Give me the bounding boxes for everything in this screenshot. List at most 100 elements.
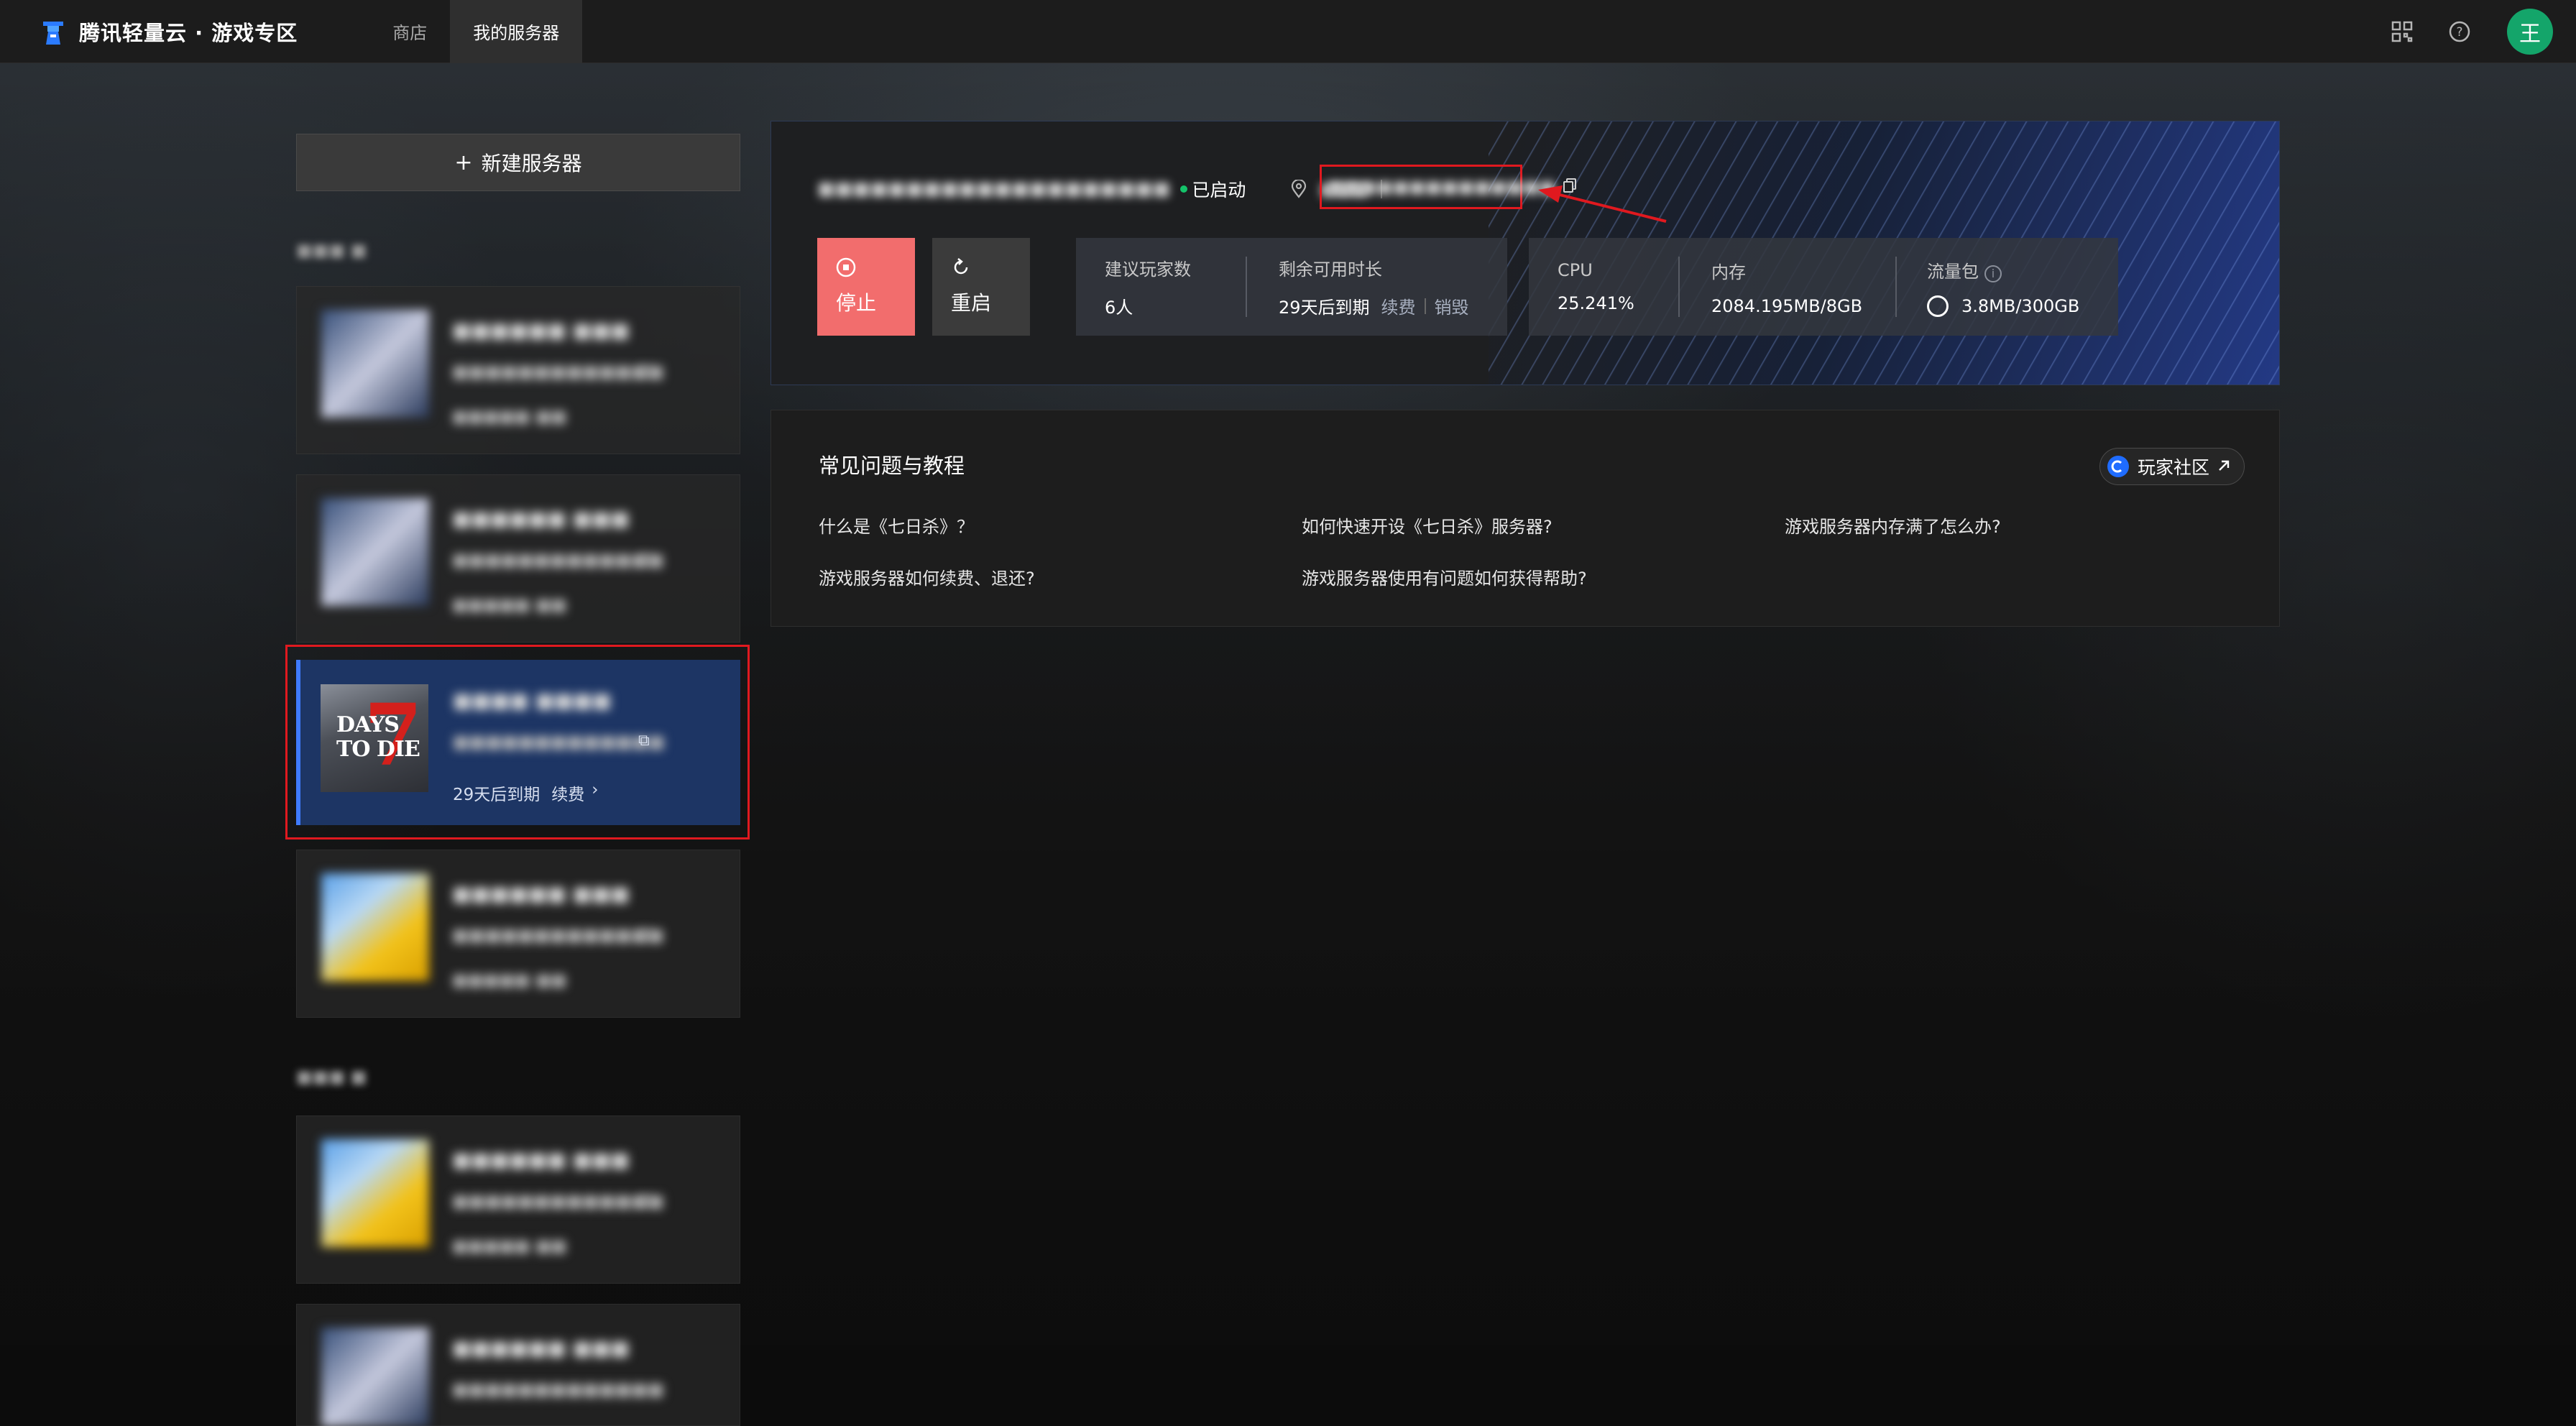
faq-title: 常见问题与教程 (819, 454, 965, 478)
traffic-row: 3.8MB/300GB (1927, 295, 2118, 317)
server-thumbnail (321, 1139, 429, 1247)
stop-label: 停止 (836, 291, 877, 315)
server-name-redacted: ■■■■■■ ■■■ (452, 882, 630, 906)
remaining-row: 29天后到期 续费 销毁 (1279, 293, 1507, 318)
server-ip-redacted: ■■■■■■■■■■■■■ (452, 362, 664, 382)
server-ip-redacted: ■■■■■■■■■■■■■ (452, 1191, 664, 1211)
help-icon[interactable]: ? (2445, 17, 2474, 46)
traffic-label: 流量包 (1927, 261, 1979, 282)
stop-icon (836, 257, 856, 277)
stat-remaining: 剩余可用时长 29天后到期 续费 销毁 (1246, 238, 1507, 336)
stat-cpu: CPU 25.241% (1529, 238, 1678, 336)
annotation-arrow (1538, 185, 1667, 223)
server-card[interactable]: ■■■■■■ ■■■ ■■■■■■■■■■■■■ (296, 1304, 740, 1426)
server-thumbnail (321, 498, 429, 606)
svg-text:?: ? (2456, 25, 2462, 40)
server-name-redacted: ■■■■■■ ■■■ (452, 318, 630, 342)
stats-resources: CPU 25.241% 内存 2084.195MB/8GB 流量包 i 3.8MB… (1529, 238, 2118, 336)
server-card[interactable]: ■■■■■■ ■■■ ■■■■■■■■■■■■■ ⧉ ■■■■■ ■■ (296, 474, 740, 643)
top-bar: 腾讯轻量云 · 游戏专区 商店 我的服务器 ? 王 (0, 0, 2576, 63)
server-card[interactable]: ■■■■■■ ■■■ ■■■■■■■■■■■■■ ⧉ ■■■■■ ■■ (296, 1116, 740, 1284)
stat-traffic: 流量包 i 3.8MB/300GB (1895, 238, 2118, 336)
stats-basic: 建议玩家数 6人 剩余可用时长 29天后到期 续费 销毁 (1076, 238, 1507, 336)
faq-link[interactable]: 如何快速开设《七日杀》服务器? (1302, 512, 1552, 538)
brand-title: 腾讯轻量云 · 游戏专区 (79, 20, 298, 45)
external-link-icon (2217, 456, 2231, 477)
server-meta-redacted: ■■■■■ ■■ (452, 1237, 567, 1256)
community-button[interactable]: 玩家社区 (2099, 448, 2245, 485)
new-server-label: 新建服务器 (481, 152, 582, 175)
server-name-redacted: ■■■■■■ ■■■ (452, 507, 630, 530)
traffic-value: 3.8MB/300GB (1961, 295, 2080, 316)
server-meta-redacted: ■■■■■ ■■ (452, 408, 567, 426)
plus-icon: + (454, 150, 473, 175)
lighthouse-logo-icon (43, 21, 63, 45)
stat-memory: 内存 2084.195MB/8GB (1678, 238, 1895, 336)
avatar[interactable]: 王 (2507, 8, 2553, 55)
faq-link[interactable]: 游戏服务器如何续费、退还? (819, 564, 1035, 589)
copy-icon[interactable]: ⧉ (640, 362, 652, 380)
community-label: 玩家社区 (2137, 457, 2209, 478)
top-actions: ? 王 (2359, 8, 2553, 55)
status-dot (1180, 185, 1188, 193)
copy-icon[interactable]: ⧉ (640, 550, 652, 568)
main-nav: 商店 我的服务器 (369, 0, 583, 63)
memory-value: 2084.195MB/8GB (1711, 295, 1863, 316)
server-detail-panel: ■■■■■■■■■■■■■■■■■■■■ 已启动 ■■■ 停止 重启 建议玩家数… (770, 121, 2280, 385)
server-group-label-redacted: ■■■ ■ (296, 1067, 367, 1087)
faq-link[interactable]: 游戏服务器使用有问题如何获得帮助? (1302, 564, 1587, 589)
stat-players: 建议玩家数 6人 (1076, 238, 1246, 336)
remaining-label: 剩余可用时长 (1279, 259, 1382, 280)
server-card[interactable]: ■■■■■■ ■■■ ■■■■■■■■■■■■■ ⧉ ■■■■■ ■■ (296, 850, 740, 1018)
refresh-icon (954, 258, 968, 275)
restart-label: 重启 (951, 291, 992, 315)
community-logo-icon (2107, 456, 2129, 477)
divider (1895, 257, 1897, 317)
server-thumbnail (321, 1328, 429, 1426)
server-title-redacted: ■■■■■■■■■■■■■■■■■■■■ (817, 178, 1171, 200)
server-ip-highlight[interactable]: ■■■■■■■■■■■■■■ (1320, 165, 1577, 209)
server-card[interactable]: ■■■■■■ ■■■ ■■■■■■■■■■■■■ ⧉ ■■■■■ ■■ (296, 286, 740, 454)
divider (1678, 257, 1680, 317)
cpu-label: CPU (1558, 260, 1593, 280)
qr-code-icon[interactable] (2388, 17, 2416, 46)
brand[interactable]: 腾讯轻量云 · 游戏专区 (37, 0, 298, 63)
nav-item-my-servers[interactable]: 我的服务器 (450, 0, 583, 63)
faq-link[interactable]: 游戏服务器内存满了怎么办? (1785, 512, 2001, 538)
restart-button[interactable]: 重启 (932, 238, 1030, 336)
location-pin-icon (1290, 179, 1310, 199)
server-ip-redacted: ■■■■■■■■■■■■■ (452, 925, 664, 945)
server-name-redacted: ■■■■■■ ■■■ (452, 1148, 630, 1172)
info-icon[interactable]: i (1984, 264, 2002, 282)
memory-label: 内存 (1711, 262, 1746, 282)
stop-button[interactable]: 停止 (817, 238, 915, 336)
divider (1246, 257, 1247, 317)
faq-link[interactable]: 什么是《七日杀》？ (819, 512, 974, 538)
players-label: 建议玩家数 (1105, 259, 1191, 280)
new-server-button[interactable]: + 新建服务器 (296, 134, 740, 191)
server-group-label-redacted: ■■■ ■ (296, 240, 367, 260)
annotation-highlight-box (285, 645, 750, 840)
renew-link[interactable]: 续费 (1381, 293, 1416, 318)
server-ip-redacted: ■■■■■■■■■■■■■■ (1328, 177, 1556, 197)
server-header: ■■■■■■■■■■■■■■■■■■■■ 已启动 ■■■ (817, 173, 1383, 205)
players-value: 6人 (1105, 298, 1133, 318)
server-meta-redacted: ■■■■■ ■■ (452, 596, 567, 615)
copy-icon[interactable]: ⧉ (640, 1191, 652, 1209)
server-thumbnail (321, 873, 429, 981)
faq-panel: 常见问题与教程 玩家社区 什么是《七日杀》？ 如何快速开设《七日杀》服务器? 游… (770, 410, 2280, 627)
traffic-ring-icon (1927, 295, 1949, 317)
destroy-link[interactable]: 销毁 (1435, 293, 1469, 318)
server-thumbnail (321, 310, 429, 418)
traffic-label-row: 流量包 i (1927, 257, 2118, 282)
server-ip-redacted: ■■■■■■■■■■■■■ (452, 1379, 664, 1399)
status-text: 已启动 (1192, 180, 1246, 201)
server-name-redacted: ■■■■■■ ■■■ (452, 1336, 630, 1360)
server-ip-redacted: ■■■■■■■■■■■■■ (452, 550, 664, 570)
server-meta-redacted: ■■■■■ ■■ (452, 971, 567, 990)
divider (1424, 298, 1426, 314)
nav-item-store[interactable]: 商店 (369, 0, 450, 63)
remaining-value: 29天后到期 (1279, 298, 1370, 318)
cpu-value: 25.241% (1558, 293, 1634, 313)
copy-icon[interactable]: ⧉ (640, 925, 652, 943)
